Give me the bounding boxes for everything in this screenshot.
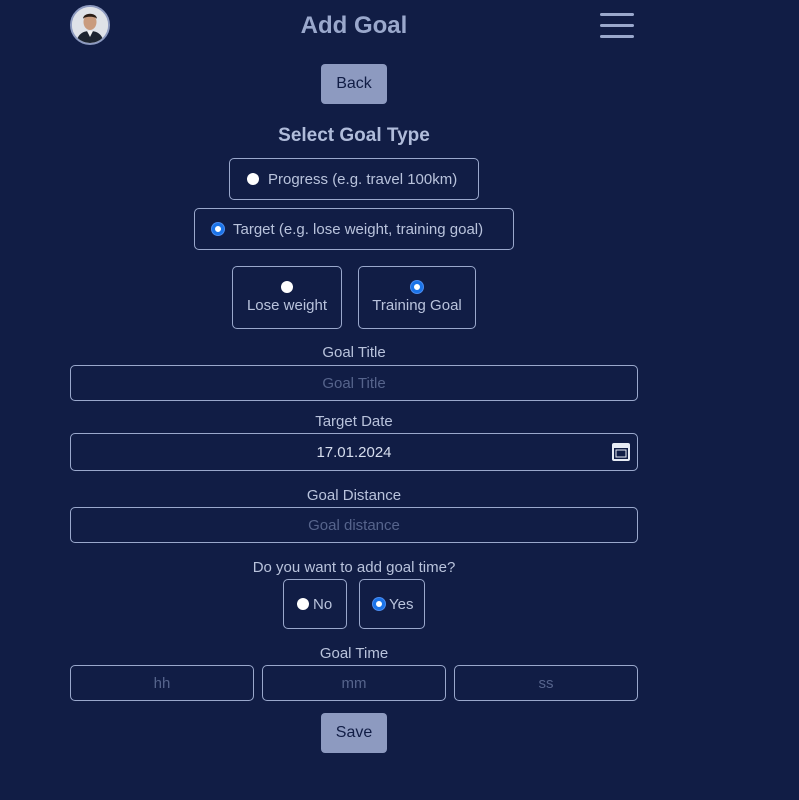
goal-type-progress-option[interactable]: Progress (e.g. travel 100km) (229, 158, 479, 200)
goal-type-target-option[interactable]: Target (e.g. lose weight, training goal) (194, 208, 514, 250)
target-date-input[interactable]: 17.01.2024 (70, 433, 638, 471)
back-button[interactable]: Back (321, 64, 387, 104)
yes-option-label: Yes (389, 595, 414, 613)
goal-title-input[interactable] (70, 365, 638, 401)
save-button[interactable]: Save (321, 713, 387, 753)
add-goal-time-question: Do you want to add goal time? (252, 559, 456, 576)
goal-distance-label: Goal Distance (306, 487, 402, 504)
target-option-label: Target (e.g. lose weight, training goal) (233, 220, 484, 238)
calendar-icon[interactable] (611, 442, 631, 462)
progress-radio[interactable] (247, 173, 259, 185)
add-goal-page: Add Goal Back Select Goal Type Progress … (0, 0, 799, 800)
seconds-input[interactable] (454, 665, 638, 701)
target-date-label: Target Date (315, 413, 393, 430)
no-radio[interactable] (297, 598, 309, 610)
training-goal-radio[interactable] (411, 281, 423, 293)
add-time-yes-option[interactable]: Yes (359, 579, 425, 629)
hours-input[interactable] (70, 665, 254, 701)
lose-weight-radio[interactable] (281, 281, 293, 293)
goal-time-label: Goal Time (319, 645, 389, 662)
no-option-label: No (313, 595, 333, 613)
target-radio[interactable] (212, 223, 224, 235)
training-goal-option[interactable]: Training Goal (358, 266, 476, 329)
yes-radio[interactable] (373, 598, 385, 610)
lose-weight-label: Lose weight (246, 297, 328, 314)
goal-title-label: Goal Title (322, 344, 386, 361)
hamburger-menu-icon[interactable] (600, 12, 636, 40)
goal-type-heading: Select Goal Type (278, 125, 430, 146)
training-goal-label: Training Goal (372, 297, 462, 314)
minutes-input[interactable] (262, 665, 446, 701)
lose-weight-option[interactable]: Lose weight (232, 266, 342, 329)
goal-distance-input[interactable] (70, 507, 638, 543)
add-time-no-option[interactable]: No (283, 579, 347, 629)
target-date-value: 17.01.2024 (316, 443, 392, 461)
progress-option-label: Progress (e.g. travel 100km) (268, 170, 458, 188)
